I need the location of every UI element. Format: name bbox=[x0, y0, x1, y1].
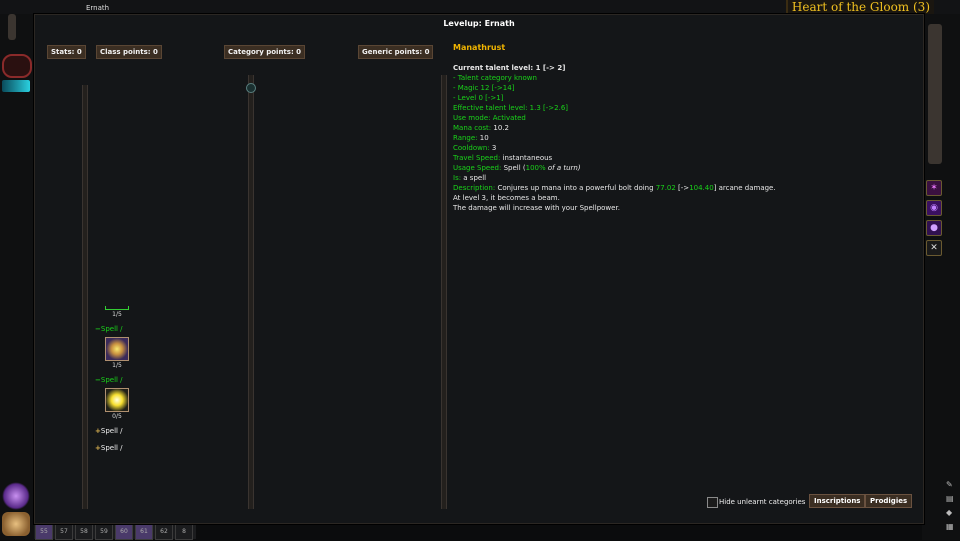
description-line-3: The damage will increase with your Spell… bbox=[453, 204, 620, 212]
cooldown-value: 3 bbox=[491, 144, 497, 152]
talent-count: 1/5 bbox=[112, 362, 122, 369]
left-side-panel bbox=[0, 14, 34, 540]
requirement-level: - Level 0 [->1] bbox=[453, 94, 504, 102]
travel-speed-row: Travel Speed: instantaneous bbox=[453, 153, 913, 163]
use-mode-row: Use mode: Activated bbox=[453, 113, 913, 123]
usage-speed-label: Usage Speed: bbox=[453, 164, 504, 172]
range-value: 10 bbox=[479, 134, 489, 142]
description-text: Conjures up mana into a powerful bolt do… bbox=[497, 184, 656, 192]
zone-title: Heart of the Gloom (3) bbox=[785, 0, 934, 15]
description-line-2: At level 3, it becomes a beam. bbox=[453, 194, 560, 202]
effect-spiral-icon[interactable]: ◉ bbox=[926, 200, 942, 216]
right-side-panel: ✶ ◉ ● ✕ ✎ ▤ ◆ ▦ bbox=[922, 14, 960, 540]
effective-talent-level: Effective talent level: 1.3 [->2.6] bbox=[453, 104, 569, 112]
range-row: Range: 10 bbox=[453, 133, 913, 143]
scrollbar-knob[interactable] bbox=[246, 83, 256, 93]
class-column-divider bbox=[82, 85, 88, 509]
stats-points: Stats: 0 bbox=[47, 45, 86, 59]
effect-sphere-icon[interactable]: ● bbox=[926, 220, 942, 236]
travel-speed-label: Travel Speed: bbox=[453, 154, 503, 162]
current-talent-level: Current talent level: 1 [-> 2] bbox=[453, 64, 566, 72]
tool-map-icon[interactable]: ▦ bbox=[946, 522, 956, 532]
portrait-swirl-icon[interactable] bbox=[2, 482, 30, 510]
hide-unlearnt-checkbox[interactable] bbox=[707, 497, 718, 508]
description-label: Description: bbox=[453, 184, 498, 192]
mana-cost-label: Mana cost: bbox=[453, 124, 494, 132]
talent-count: 0/5 bbox=[112, 413, 122, 420]
inscriptions-button[interactable]: Inscriptions bbox=[809, 494, 866, 508]
usage-speed-value: Spell ( bbox=[503, 164, 526, 172]
prodigies-button[interactable]: Prodigies bbox=[865, 494, 913, 508]
talent-category-row[interactable]: −Spell / bbox=[95, 376, 123, 384]
category-points: Category points: 0 bbox=[224, 45, 306, 59]
talent-count: 1/5 bbox=[112, 311, 122, 318]
effect-swords-icon[interactable]: ✕ bbox=[926, 240, 942, 256]
hide-unlearnt-label[interactable]: Hide unlearnt categories bbox=[719, 498, 805, 506]
hotkey-slot[interactable]: 60 bbox=[115, 524, 133, 540]
hotkey-slot[interactable]: 55 bbox=[35, 524, 53, 540]
travel-speed-value: instantaneous bbox=[502, 154, 553, 162]
talent-category-label: Spell / bbox=[100, 376, 123, 384]
damage-arrow: [-> bbox=[675, 184, 690, 192]
hotbar: 55 57 58 59 60 61 62 8 bbox=[34, 522, 196, 540]
damage-value: 77.02 bbox=[655, 184, 676, 192]
generic-column-divider bbox=[441, 75, 447, 509]
dialog-title: Levelup: Ernath bbox=[443, 19, 515, 28]
damage-next-value: 104.40 bbox=[689, 184, 714, 192]
class-points: Class points: 0 bbox=[96, 45, 162, 59]
mana-cost-row: Mana cost: 10.2 bbox=[453, 123, 913, 133]
talent-progress-bar bbox=[105, 306, 129, 310]
tool-pencil-icon[interactable]: ✎ bbox=[946, 480, 956, 490]
talent-category-label: Spell / bbox=[100, 325, 123, 333]
hotkey-slot[interactable]: 57 bbox=[55, 524, 73, 540]
description-tail: ] arcane damage. bbox=[713, 184, 776, 192]
cooldown-label: Cooldown: bbox=[453, 144, 492, 152]
status-effect-icon[interactable] bbox=[2, 80, 30, 92]
hotkey-slot[interactable]: 59 bbox=[95, 524, 113, 540]
mana-cost-value: 10.2 bbox=[493, 124, 509, 132]
is-row: Is: a spell bbox=[453, 173, 913, 183]
hotkey-slot[interactable]: 58 bbox=[75, 524, 93, 540]
character-name: Ernath bbox=[86, 4, 110, 12]
cooldown-row: Cooldown: 3 bbox=[453, 143, 913, 153]
usage-speed-row: Usage Speed: Spell (100% of a turn) bbox=[453, 163, 913, 173]
use-mode-value: Activated bbox=[492, 114, 526, 122]
left-pipe bbox=[8, 14, 16, 40]
talent-category-label: Spell / bbox=[100, 444, 123, 452]
tool-bag-icon[interactable]: ◆ bbox=[946, 508, 956, 518]
tool-scroll-icon[interactable]: ▤ bbox=[946, 494, 956, 504]
hotkey-slot[interactable]: 62 bbox=[155, 524, 173, 540]
flame-burst-icon[interactable] bbox=[105, 388, 129, 412]
right-pipe bbox=[928, 24, 942, 164]
effect-tentacle-icon[interactable]: ✶ bbox=[926, 180, 942, 196]
talent-info-panel: Manathrust Current talent level: 1 [-> 2… bbox=[453, 43, 913, 213]
talent-category-row[interactable]: +Spell / bbox=[95, 444, 123, 452]
talent-name: Manathrust bbox=[453, 43, 506, 52]
requirement-category: - Talent category known bbox=[453, 74, 537, 82]
range-label: Range: bbox=[453, 134, 480, 142]
usage-speed-tail: of a turn) bbox=[545, 164, 581, 172]
manathrust-icon[interactable] bbox=[105, 337, 129, 361]
resource-orb-icon[interactable] bbox=[2, 512, 30, 536]
chain-ornament-icon bbox=[2, 54, 32, 78]
generic-points: Generic points: 0 bbox=[358, 45, 434, 59]
category-scrollbar[interactable] bbox=[248, 75, 254, 509]
requirement-magic: - Magic 12 [->14] bbox=[453, 84, 515, 92]
usage-speed-percent: 100% bbox=[525, 164, 546, 172]
talent-category-label: Spell / bbox=[100, 427, 123, 435]
is-label: Is: bbox=[453, 174, 464, 182]
talent-category-row[interactable]: +Spell / bbox=[95, 427, 123, 435]
hotkey-slot[interactable]: 8 bbox=[175, 524, 193, 540]
use-mode-label: Use mode: bbox=[453, 114, 493, 122]
description-row: Description: Conjures up mana into a pow… bbox=[453, 183, 913, 193]
levelup-dialog: Levelup: Ernath Stats: 0 Class points: 0… bbox=[34, 14, 924, 524]
talent-category-row[interactable]: −Spell / bbox=[95, 325, 123, 333]
hotkey-slot[interactable]: 61 bbox=[135, 524, 153, 540]
is-value: a spell bbox=[463, 174, 487, 182]
